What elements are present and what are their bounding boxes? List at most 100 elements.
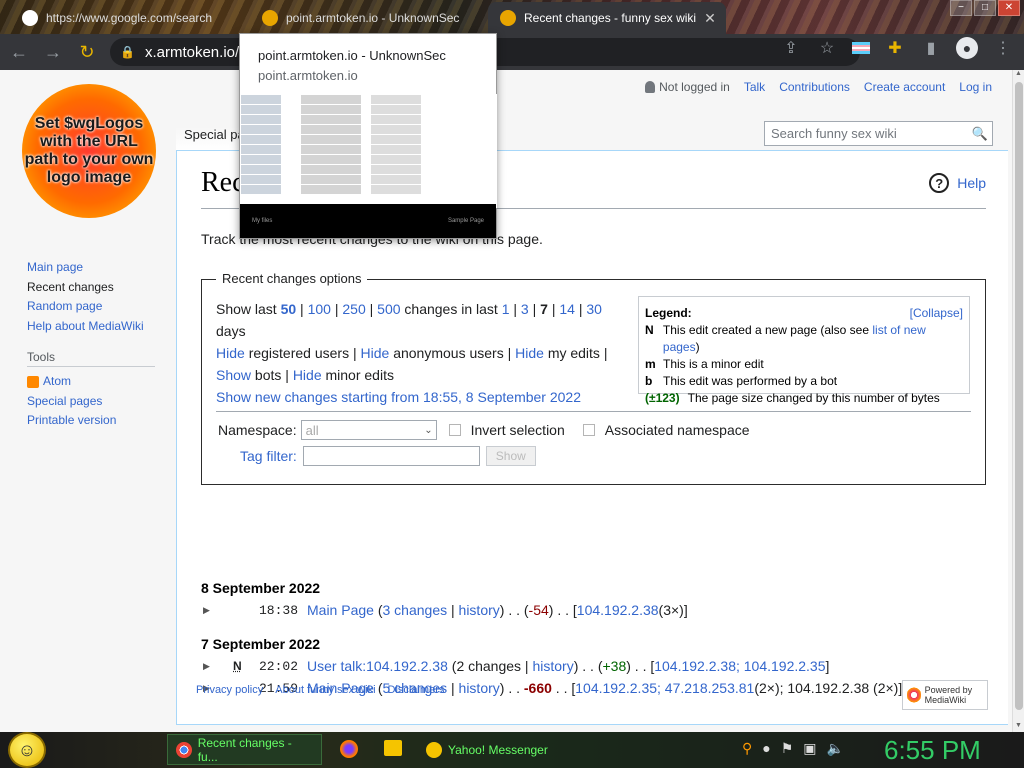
login-link[interactable]: Log in: [959, 80, 992, 94]
sidebar-item-atom[interactable]: Atom: [43, 372, 71, 392]
scroll-down-icon[interactable]: ▼: [1013, 722, 1024, 732]
google-icon: [22, 10, 38, 26]
show-bots-link[interactable]: Show: [216, 367, 251, 383]
days-7-link[interactable]: 7: [540, 301, 548, 317]
share-icon[interactable]: ⇪: [780, 37, 802, 59]
bookmark-star-icon[interactable]: ☆: [816, 37, 838, 59]
changes-link[interactable]: 3 changes: [383, 602, 448, 618]
user-link[interactable]: 104.192.2.38: [577, 602, 659, 618]
search-icon[interactable]: ⚲: [742, 740, 752, 757]
user-link[interactable]: 104.192.2.38; 104.192.2.35: [654, 658, 825, 674]
sidebar-item-special-pages[interactable]: Special pages: [27, 394, 102, 408]
scroll-up-icon[interactable]: ▲: [1013, 70, 1024, 80]
show-button[interactable]: Show: [485, 446, 536, 466]
namespace-select[interactable]: all ⌄: [300, 420, 437, 440]
search-input[interactable]: Search funny sex wiki 🔍: [764, 121, 993, 146]
user-link[interactable]: 104.192.2.35; 47.218.253.81: [575, 680, 754, 696]
history-link[interactable]: history: [532, 658, 573, 674]
history-link[interactable]: history: [459, 602, 500, 618]
sidebar-item-help[interactable]: Help about MediaWiki: [27, 319, 144, 333]
history-link[interactable]: history: [459, 680, 500, 696]
expand-arrow-icon[interactable]: ▶: [203, 661, 233, 672]
extension-flag-icon[interactable]: [852, 42, 870, 54]
scrollbar-thumb[interactable]: [1015, 82, 1023, 710]
show-new-changes-link[interactable]: Show new changes starting from 18:55, 8 …: [216, 389, 581, 405]
expand-arrow-icon[interactable]: ▶: [203, 605, 233, 616]
rc-options-legend: Recent changes options: [216, 271, 368, 286]
taskbar-item-yahoo-messenger[interactable]: Yahoo! Messenger: [418, 734, 576, 765]
reload-icon[interactable]: ↻: [72, 37, 102, 67]
profile-avatar-icon[interactable]: ●: [956, 37, 978, 59]
disclaimers-link[interactable]: Disclaimers: [388, 684, 445, 696]
close-tab-icon[interactable]: ✕: [704, 10, 716, 27]
extensions-puzzle-icon[interactable]: ✚: [884, 37, 906, 59]
size-diff: +38: [602, 658, 627, 674]
maximize-button[interactable]: □: [974, 0, 996, 16]
hide-my-edits-link[interactable]: Hide: [515, 345, 544, 361]
sidebar-item-printable-version[interactable]: Printable version: [27, 413, 116, 427]
sidebar-item-main-page[interactable]: Main page: [27, 260, 83, 274]
hide-registered-link[interactable]: Hide: [216, 345, 245, 361]
network-icon[interactable]: ▣: [803, 740, 816, 757]
search-icon[interactable]: 🔍: [968, 126, 992, 142]
change-flag: N: [233, 659, 242, 673]
tab-unknownsec[interactable]: point.armtoken.io - UnknownSec: [250, 2, 484, 34]
create-account-link[interactable]: Create account: [864, 80, 945, 94]
firefox-icon[interactable]: [340, 740, 358, 758]
help-label[interactable]: Help: [957, 175, 986, 191]
limit-50-link[interactable]: 50: [281, 301, 297, 317]
associated-checkbox[interactable]: [582, 424, 595, 436]
tab-label: https://www.google.com/search: [46, 11, 213, 25]
limit-500-link[interactable]: 500: [377, 301, 400, 317]
page-link[interactable]: User talk:104.192.2.38: [307, 658, 448, 674]
days-14-link[interactable]: 14: [559, 301, 575, 317]
tag-filter-input[interactable]: [302, 446, 480, 466]
tab-recent-changes[interactable]: Recent changes - funny sex wiki ✕: [488, 2, 726, 34]
not-logged-in-label: Not logged in: [659, 80, 730, 94]
days-30-link[interactable]: 30: [586, 301, 602, 317]
back-icon[interactable]: ←: [4, 37, 34, 67]
taskbar-item-chrome[interactable]: Recent changes - fu...: [167, 734, 322, 765]
tab-label: point.armtoken.io - UnknownSec: [286, 11, 460, 25]
powered-by-label: Powered by MediaWiki: [924, 685, 973, 705]
volume-icon[interactable]: 🔈: [827, 740, 844, 757]
legend-collapse-link[interactable]: [Collapse]: [910, 305, 963, 322]
legend-key: N: [645, 323, 654, 337]
limit-250-link[interactable]: 250: [342, 301, 365, 317]
days-1-link[interactable]: 1: [502, 301, 510, 317]
page-scrollbar[interactable]: ▲ ▼: [1012, 70, 1024, 732]
sidebar-item-random-page[interactable]: Random page: [27, 299, 102, 313]
tag-filter-link[interactable]: Tag filter:: [240, 448, 297, 464]
about-link[interactable]: About funny sex wiki: [275, 684, 375, 696]
page-link[interactable]: Main Page: [307, 602, 374, 618]
limit-100-link[interactable]: 100: [308, 301, 331, 317]
invert-checkbox[interactable]: [448, 424, 461, 436]
contributions-link[interactable]: Contributions: [779, 80, 850, 94]
folder-icon[interactable]: [384, 740, 402, 756]
not-logged-in: Not logged in: [645, 80, 730, 94]
chat-icon[interactable]: ●: [762, 740, 770, 757]
start-smiley-icon[interactable]: ☺: [8, 732, 46, 768]
close-window-button[interactable]: ✕: [998, 0, 1020, 16]
talk-link[interactable]: Talk: [744, 80, 765, 94]
help-link[interactable]: ? Help: [929, 173, 986, 193]
flag-icon[interactable]: ⚑: [781, 740, 794, 757]
forward-icon[interactable]: →: [38, 37, 68, 67]
wiki-logo[interactable]: Set $wgLogos with the URL path to your o…: [22, 84, 156, 218]
side-panel-icon[interactable]: ▮: [920, 37, 942, 59]
hide-anonymous-link[interactable]: Hide: [361, 345, 390, 361]
day-heading: 7 September 2022: [201, 636, 321, 652]
hide-minor-link[interactable]: Hide: [293, 367, 322, 383]
privacy-policy-link[interactable]: Privacy policy: [196, 684, 263, 696]
clock[interactable]: 6:55 PM: [884, 735, 981, 766]
sidebar-item-recent-changes[interactable]: Recent changes: [27, 280, 114, 294]
days-3-link[interactable]: 3: [521, 301, 529, 317]
my-edits-label: my edits: [547, 345, 600, 361]
change-time: 18:38: [259, 602, 299, 618]
tab-google[interactable]: https://www.google.com/search: [10, 2, 248, 34]
menu-kebab-icon[interactable]: ⋮: [992, 37, 1014, 59]
minimize-button[interactable]: −: [950, 0, 972, 16]
day-heading: 8 September 2022: [201, 580, 321, 596]
powered-by-mediawiki[interactable]: Powered by MediaWiki: [902, 680, 988, 710]
size-diff: -54: [528, 602, 549, 618]
